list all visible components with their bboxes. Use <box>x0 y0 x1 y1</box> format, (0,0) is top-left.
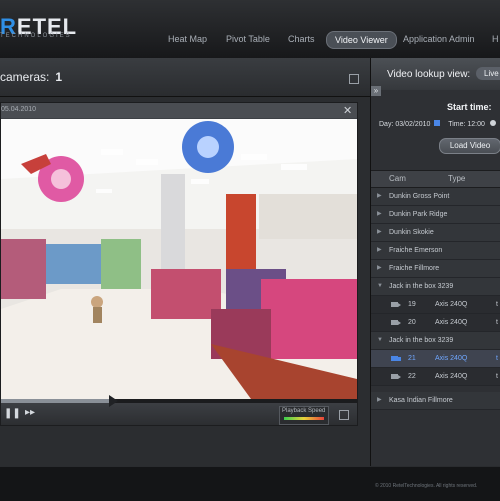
time-label: Time: <box>448 121 466 128</box>
progress-fill <box>1 399 112 403</box>
camera-row-selected[interactable]: 21 Axis 240Q t <box>371 350 500 368</box>
cameras-bar: cameras: 1 <box>0 58 370 97</box>
chevron-right-icon: ▶ <box>377 265 382 271</box>
nav-heat-map[interactable]: Heat Map <box>168 31 207 47</box>
layout-icon[interactable] <box>349 74 359 84</box>
player-header: 05.04.2010 ✕ <box>1 103 357 118</box>
fullscreen-icon[interactable] <box>339 410 349 420</box>
live-button[interactable]: Live <box>476 67 500 80</box>
panel-title: Video lookup view: <box>387 69 471 80</box>
nav-h[interactable]: H <box>492 31 499 47</box>
nav-application-admin[interactable]: Application Admin <box>403 31 475 47</box>
camera-row[interactable]: 22 Axis 240Q t <box>371 368 500 386</box>
table-row[interactable]: ▶ Dunkin Gross Point <box>371 188 500 206</box>
chevron-down-icon: ▼ <box>377 283 383 289</box>
day-label: Day: <box>379 121 394 128</box>
calendar-icon[interactable] <box>434 120 441 126</box>
chevron-down-icon: ▼ <box>377 337 383 343</box>
copyright-text: © 2010 RetelTechnologies. All rights res… <box>375 483 478 489</box>
progress-handle[interactable] <box>109 395 119 407</box>
cameras-count: 1 <box>55 70 63 84</box>
store-scene-image <box>1 119 357 399</box>
column-type[interactable]: Type <box>448 174 465 183</box>
clock-icon[interactable] <box>489 120 496 126</box>
day-input[interactable]: 03/02/2010 <box>395 121 430 128</box>
camera-row[interactable]: 19 Axis 240Q t <box>371 296 500 314</box>
date-time-row: Day: 03/02/2010 Time: 12:00 <box>379 120 496 128</box>
table-row[interactable]: ▼ Jack in the box 3239 <box>371 278 500 296</box>
start-time-label: Start time: <box>447 102 492 112</box>
column-cam[interactable]: Cam <box>389 174 406 183</box>
table-row[interactable]: ▶ Dunkin Park Ridge <box>371 206 500 224</box>
video-player: 05.04.2010 ✕ ❚❚ ▸▸ Playback Speed <box>0 102 358 426</box>
video-frame[interactable] <box>1 119 357 399</box>
panel-header: Video lookup view: Live <box>371 58 500 90</box>
expand-icon[interactable]: » <box>371 86 381 96</box>
chevron-right-icon: ▶ <box>377 247 382 253</box>
video-lookup-panel: Video lookup view: Live » Start time: Da… <box>370 58 500 466</box>
chevron-right-icon: ▶ <box>377 193 382 199</box>
close-icon[interactable]: ✕ <box>343 104 352 117</box>
cameras-count-label: cameras: 1 <box>0 70 63 84</box>
playback-speed-label: Playback Speed <box>282 408 326 414</box>
pause-icon[interactable]: ❚❚ <box>4 408 21 419</box>
camera-icon <box>391 320 401 325</box>
time-input[interactable]: 12:00 <box>467 121 485 128</box>
table-row[interactable]: ▶ Fraiche Fillmore <box>371 260 500 278</box>
footer: © 2010 RetelTechnologies. All rights res… <box>0 466 500 501</box>
camera-icon <box>391 356 401 361</box>
nav-charts[interactable]: Charts <box>288 31 315 47</box>
logo-subtitle: TECHNOLOGIES <box>0 33 72 39</box>
top-bar: RETEL TECHNOLOGIES Heat Map Pivot Table … <box>0 0 500 59</box>
camera-icon <box>391 374 401 379</box>
nav-video-viewer[interactable]: Video Viewer <box>326 31 397 49</box>
chevron-right-icon: ▶ <box>377 211 382 217</box>
table-row[interactable]: ▼ Jack in the box 3239 <box>371 332 500 350</box>
camera-table-header: Cam Type <box>371 170 500 188</box>
table-row[interactable]: ▶ Kasa Indian Fillmore <box>371 392 500 410</box>
table-row[interactable]: ▶ Fraiche Emerson <box>371 242 500 260</box>
table-row[interactable]: ▶ Dunkin Skokie <box>371 224 500 242</box>
progress-bar[interactable] <box>1 395 357 407</box>
playback-speed-slider[interactable] <box>284 417 324 420</box>
playback-speed-control[interactable]: Playback Speed <box>279 406 329 425</box>
load-video-button[interactable]: Load Video <box>439 138 500 154</box>
chevron-right-icon: ▶ <box>377 397 382 403</box>
fast-forward-icon[interactable]: ▸▸ <box>25 407 35 418</box>
camera-row[interactable]: 20 Axis 240Q t <box>371 314 500 332</box>
video-date: 05.04.2010 <box>1 106 37 113</box>
camera-icon <box>391 302 401 307</box>
nav-pivot-table[interactable]: Pivot Table <box>226 31 270 47</box>
chevron-right-icon: ▶ <box>377 229 382 235</box>
